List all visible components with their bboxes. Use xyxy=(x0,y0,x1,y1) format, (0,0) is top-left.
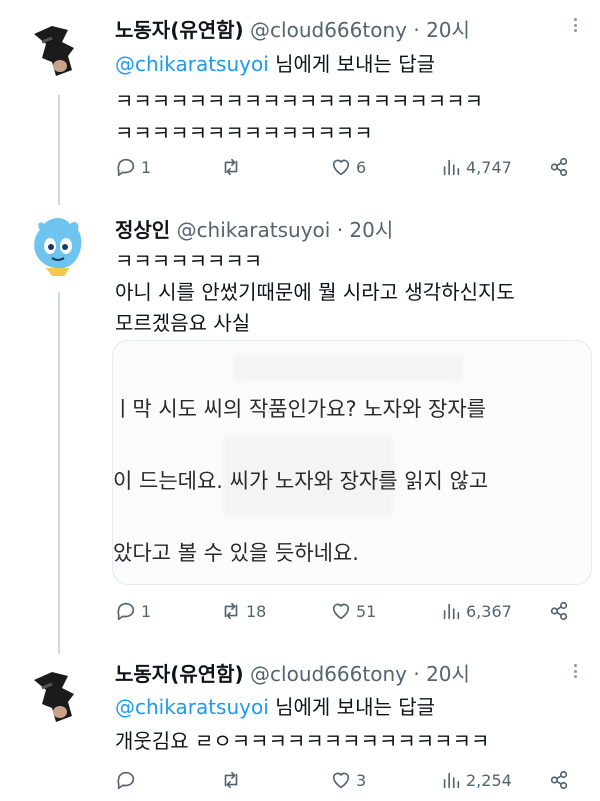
views-button[interactable]: 4,747 xyxy=(440,152,512,182)
views-chart-icon xyxy=(443,603,460,620)
mention-link[interactable]: @chikaratsuyoi xyxy=(115,695,269,719)
views-button[interactable]: 6,367 xyxy=(440,596,512,626)
author-handle[interactable]: @chikaratsuyoi xyxy=(177,218,331,242)
retweet-count: 18 xyxy=(246,601,267,621)
share-button[interactable] xyxy=(548,596,570,626)
like-count: 6 xyxy=(356,157,367,177)
separator-dot: · xyxy=(336,218,344,242)
tweet-text-line: 개웃김요 ㄹㅇㅋㅋㅋㅋㅋㅋㅋㅋㅋㅋㅋㅋㅋㅋ xyxy=(115,729,490,753)
views-count: 2,254 xyxy=(466,770,512,790)
views-button[interactable]: 2,254 xyxy=(440,765,512,795)
action-bar: 1 18 51 6,367 xyxy=(115,596,585,626)
like-count: 51 xyxy=(356,601,377,621)
like-button[interactable]: 51 xyxy=(330,596,376,626)
thread-line xyxy=(58,95,60,205)
timestamp[interactable]: 20시 xyxy=(426,662,470,686)
timestamp[interactable]: 20시 xyxy=(349,218,393,242)
reply-icon xyxy=(117,602,135,621)
share-button[interactable] xyxy=(548,765,570,795)
heart-icon xyxy=(332,603,350,620)
heart-icon xyxy=(332,159,350,176)
like-button[interactable]: 3 xyxy=(330,765,366,795)
thread-line xyxy=(58,292,60,654)
separator-dot: · xyxy=(413,662,420,686)
share-button[interactable] xyxy=(548,152,570,182)
reply-context-text: 님에게 보내는 답글 xyxy=(268,695,436,719)
author-name[interactable]: 노동자(유연함) xyxy=(115,18,244,42)
like-button[interactable]: 6 xyxy=(330,152,366,182)
reply-context: @chikaratsuyoi 님에게 보내는 답글 xyxy=(115,48,435,77)
avatar[interactable] xyxy=(22,212,92,282)
views-count: 6,367 xyxy=(466,601,512,621)
more-options-icon[interactable] xyxy=(564,660,586,682)
more-options-icon[interactable] xyxy=(564,14,586,36)
reply-icon xyxy=(117,771,135,790)
reply-button[interactable]: 1 xyxy=(115,596,151,626)
tweet-text-line: ㅋㅋㅋㅋㅋㅋㅋㅋㅋㅋㅋㅋㅋㅋ xyxy=(115,121,373,145)
views-count: 4,747 xyxy=(466,157,512,177)
image-text-line: 았다고 볼 수 있을 듯하네요. xyxy=(113,541,359,565)
author-handle[interactable]: @cloud666tony xyxy=(250,662,407,686)
separator-dot: · xyxy=(413,18,420,42)
image-text-line: ㅣ막 시도 씨의 작품인가요? 노자와 장자를 xyxy=(113,397,486,421)
action-bar: 1 6 4,747 xyxy=(115,152,585,182)
heart-icon xyxy=(332,772,350,789)
share-icon xyxy=(550,157,568,177)
reply-count: 1 xyxy=(141,601,152,621)
reply-context-text: 님에게 보내는 답글 xyxy=(268,52,436,76)
tweet-header: 정상인 @chikaratsuyoi · 20시 xyxy=(115,214,393,243)
reply-icon xyxy=(117,158,135,177)
retweet-button[interactable] xyxy=(220,765,246,795)
reply-button[interactable]: 1 xyxy=(115,152,151,182)
author-handle[interactable]: @cloud666tony xyxy=(250,18,407,42)
avatar-image xyxy=(22,14,92,84)
tweet-text-line: ㅋㅋㅋㅋㅋㅋㅋㅋㅋㅋㅋㅋㅋㅋㅋㅋㅋㅋㅋㅋ xyxy=(115,89,483,113)
share-icon xyxy=(550,601,568,621)
tweet-text-line: 모르겠음요 사실 xyxy=(115,311,251,335)
retweet-icon xyxy=(224,771,238,789)
retweet-button[interactable] xyxy=(220,152,246,182)
tweet-text-line: 아니 시를 안썼기때문에 뭘 시라고 생각하신지도 xyxy=(115,280,515,304)
views-chart-icon xyxy=(443,772,460,789)
mention-link[interactable]: @chikaratsuyoi xyxy=(115,52,269,76)
tweet-header: 노동자(유연함) @cloud666tony · 20시 xyxy=(115,14,470,43)
avatar[interactable] xyxy=(22,660,92,730)
tweet-header: 노동자(유연함) @cloud666tony · 20시 xyxy=(115,658,470,687)
timestamp[interactable]: 20시 xyxy=(426,18,470,42)
share-icon xyxy=(550,770,568,790)
avatar[interactable] xyxy=(22,14,92,84)
redacted-area xyxy=(233,356,463,381)
reply-count: 1 xyxy=(141,157,152,177)
reply-button[interactable] xyxy=(115,765,141,795)
views-chart-icon xyxy=(443,159,460,176)
avatar-image xyxy=(22,660,92,730)
action-bar: 3 2,254 xyxy=(115,765,585,795)
like-count: 3 xyxy=(356,770,367,790)
author-name[interactable]: 노동자(유연함) xyxy=(115,662,244,686)
tweet-text-line: ㅋㅋㅋㅋㅋㅋㅋㅋ xyxy=(115,249,263,273)
attached-image[interactable]: ㅣ막 시도 씨의 작품인가요? 노자와 장자를 이 드는데요. 씨가 노자와 장… xyxy=(112,340,592,585)
retweet-button[interactable]: 18 xyxy=(220,596,266,626)
image-text-line: 이 드는데요. 씨가 노자와 장자를 읽지 않고 xyxy=(113,469,489,493)
retweet-icon xyxy=(224,602,238,620)
avatar-image xyxy=(22,212,92,282)
reply-context: @chikaratsuyoi 님에게 보내는 답글 xyxy=(115,691,435,720)
retweet-icon xyxy=(224,158,238,176)
author-name[interactable]: 정상인 xyxy=(115,218,170,242)
